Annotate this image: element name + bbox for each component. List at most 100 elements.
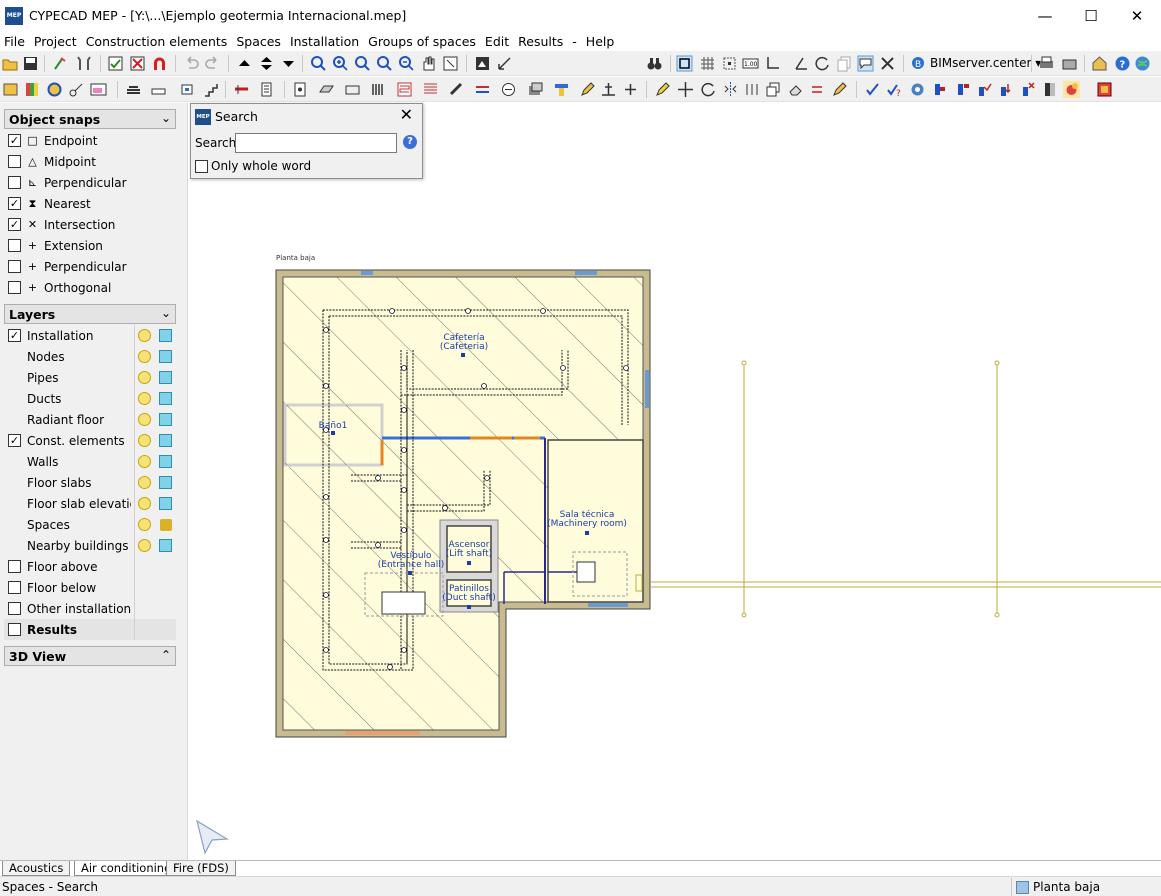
zoom-window-icon[interactable] (310, 55, 327, 72)
menu-groups-of-spaces[interactable]: Groups of spaces (364, 34, 481, 49)
layer-row-radiant-floor[interactable]: Radiant floor (4, 409, 176, 430)
chevron-down-icon[interactable]: ⌄ (161, 111, 171, 125)
check-icon[interactable] (864, 81, 881, 98)
menu-construction-elements[interactable]: Construction elements (82, 34, 233, 49)
chevron-down-icon[interactable]: ⌄ (161, 306, 171, 320)
close-window-button[interactable]: ✕ (1114, 0, 1160, 31)
menu-file[interactable]: File (0, 34, 30, 49)
draw-pencil-icon[interactable] (654, 81, 671, 98)
layer-row-const-elements[interactable]: ✓ Const. elements (4, 430, 176, 451)
report-icon[interactable] (1096, 81, 1113, 98)
cube-icon[interactable] (159, 476, 172, 489)
results-delete-icon[interactable] (1020, 81, 1037, 98)
space-icon[interactable] (292, 81, 309, 98)
snap-checkbox[interactable] (8, 155, 21, 168)
snap-checkbox[interactable] (8, 176, 21, 189)
zoom-refresh-icon[interactable] (376, 55, 393, 72)
radiator-icon[interactable] (370, 81, 387, 98)
lightbulb-icon[interactable] (138, 434, 151, 447)
cube-icon[interactable] (159, 497, 172, 510)
search-input[interactable] (235, 133, 397, 153)
comment-icon[interactable] (857, 55, 874, 72)
beam-icon[interactable] (233, 81, 250, 98)
snap-checkbox[interactable]: ✓ (8, 218, 21, 231)
measure-icon[interactable] (496, 55, 513, 72)
floor-up-icon[interactable] (236, 55, 253, 72)
tab-acoustics[interactable]: Acoustics (2, 861, 71, 876)
layer-row-results[interactable]: Results (4, 619, 176, 640)
menu-project[interactable]: Project (30, 34, 82, 49)
zoom-previous-icon[interactable] (354, 55, 371, 72)
globe-icon[interactable] (1134, 55, 1151, 72)
lightbulb-icon[interactable] (138, 518, 151, 531)
scale-icon[interactable]: 1.00 (742, 55, 759, 72)
menu-edit[interactable]: Edit (481, 34, 514, 49)
help-icon[interactable]: ? (403, 135, 417, 149)
check-grid-icon[interactable] (107, 55, 124, 72)
magnet-icon[interactable] (151, 55, 168, 72)
layer-row-floor-above[interactable]: Floor above (4, 556, 176, 577)
rotate-icon[interactable] (814, 55, 831, 72)
tab-fire-fds[interactable]: Fire (FDS) (166, 861, 236, 876)
align-icon[interactable] (600, 81, 617, 98)
layer-checkbox[interactable] (8, 560, 21, 573)
object-snaps-header[interactable]: Object snaps ⌄ (4, 109, 176, 129)
chevron-up-icon[interactable]: ⌃ (161, 648, 171, 662)
snap-checkbox[interactable] (8, 260, 21, 273)
slab-icon[interactable] (150, 81, 167, 98)
layer-checkbox[interactable] (8, 623, 21, 636)
snap-row-extension[interactable]: + Extension (4, 235, 176, 256)
close-icon[interactable]: ✕ (400, 105, 413, 124)
export-icon[interactable] (1061, 55, 1078, 72)
edit-pencil-icon[interactable] (579, 81, 596, 98)
duct-icon[interactable] (422, 81, 439, 98)
whole-word-checkbox[interactable]: Only whole word (195, 159, 311, 173)
wall-icon[interactable] (125, 81, 142, 98)
snap-checkbox[interactable]: ✓ (8, 197, 21, 210)
cube-icon[interactable] (159, 392, 172, 405)
terminal-unit-icon[interactable] (553, 81, 570, 98)
undo-icon[interactable] (183, 55, 200, 72)
snap-square-icon[interactable] (676, 55, 693, 72)
cube-icon[interactable] (159, 539, 172, 552)
cube-icon[interactable] (159, 434, 172, 447)
snap-checkbox[interactable]: ✓ (8, 134, 21, 147)
generate-icon[interactable] (2, 81, 19, 98)
error-grid-icon[interactable] (129, 55, 146, 72)
layer-row-nodes[interactable]: Nodes (4, 346, 176, 367)
menu-spaces[interactable]: Spaces (232, 34, 286, 49)
layer-row-floor-below[interactable]: Floor below (4, 577, 176, 598)
window-pink-icon[interactable] (90, 81, 107, 98)
lightbulb-icon[interactable] (138, 455, 151, 468)
snap-checkbox[interactable] (8, 281, 21, 294)
opening-icon[interactable] (180, 81, 197, 98)
binoculars-icon[interactable] (646, 55, 663, 72)
layer-row-floor-slabs[interactable]: Floor slabs (4, 472, 176, 493)
installation-wizard-icon[interactable] (52, 55, 69, 72)
layer-row-other-installations[interactable]: Other installations (4, 598, 176, 619)
floor-status[interactable]: Planta baja (1011, 878, 1161, 896)
cube-icon[interactable] (159, 371, 172, 384)
erase-icon[interactable] (787, 81, 804, 98)
layer-row-ducts[interactable]: Ducts (4, 388, 176, 409)
coordinates-icon[interactable] (764, 55, 781, 72)
snap-row-midpoint[interactable]: △ Midpoint (4, 151, 176, 172)
drawing-canvas[interactable]: Planta baja Cafetería (Cafeteria) Baño1 … (189, 103, 1161, 860)
lightbulb-icon[interactable] (138, 539, 151, 552)
step-icon[interactable] (203, 81, 220, 98)
minimize-button[interactable]: — (1022, 0, 1068, 31)
snap-row-intersection[interactable]: ✓ ✕ Intersection (4, 214, 176, 235)
layer-checkbox[interactable] (8, 581, 21, 594)
warnings-icon[interactable] (46, 81, 63, 98)
angle-icon[interactable] (793, 55, 810, 72)
lightbulb-icon[interactable] (138, 329, 151, 342)
mirror-icon[interactable] (722, 81, 739, 98)
cube-icon[interactable] (159, 413, 172, 426)
cube-icon[interactable] (159, 329, 172, 342)
menu-results[interactable]: Results (514, 34, 568, 49)
3d-view-header[interactable]: 3D View ⌃ (4, 646, 176, 666)
check-error-icon[interactable]: ? (886, 81, 903, 98)
layer-row-pipes[interactable]: Pipes (4, 367, 176, 388)
results-red-icon[interactable] (955, 81, 972, 98)
floor-down-icon[interactable] (280, 55, 297, 72)
